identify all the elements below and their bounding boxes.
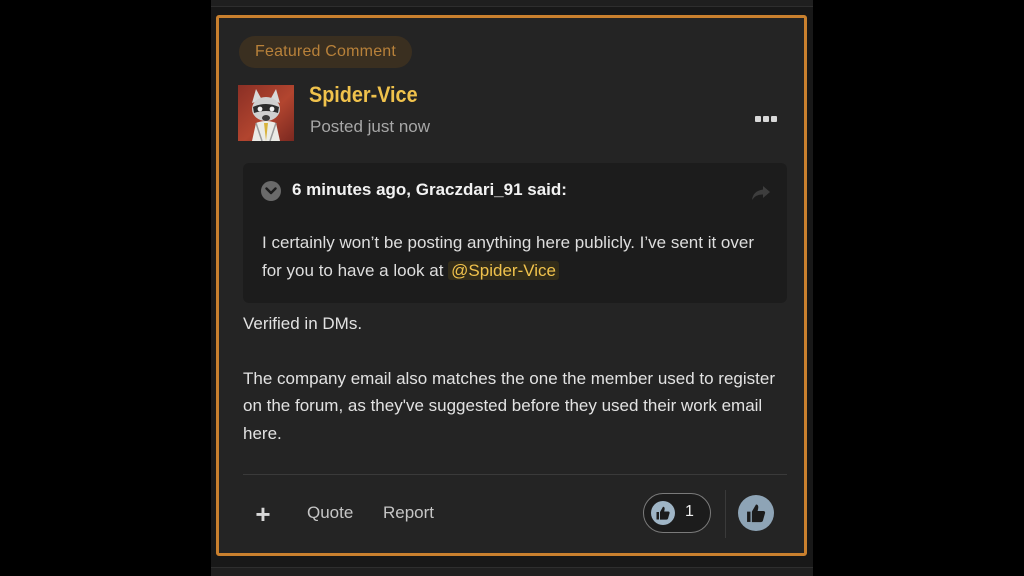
footer-divider <box>243 474 787 475</box>
report-button[interactable]: Report <box>383 503 434 523</box>
thumbs-up-icon <box>651 501 675 525</box>
post-paragraph: The company email also matches the one t… <box>243 368 775 443</box>
post-body: Verified in DMs. The company email also … <box>243 310 783 447</box>
author-name-link[interactable]: Spider-Vice <box>309 82 418 108</box>
reaction-summary[interactable]: 1 <box>643 493 711 533</box>
quote-button[interactable]: Quote <box>307 503 353 523</box>
thumbs-up-icon <box>747 504 766 523</box>
more-options-icon[interactable] <box>755 110 777 128</box>
multiquote-plus-button[interactable]: + <box>251 500 275 528</box>
quote-attribution: 6 minutes ago, Graczdari_91 said: <box>292 180 567 199</box>
quote-text: I certainly won’t be posting anything he… <box>262 229 772 285</box>
share-icon[interactable] <box>751 185 771 201</box>
previous-post-edge <box>211 0 813 7</box>
reaction-separator <box>725 490 726 538</box>
user-mention-link[interactable]: @Spider-Vice <box>448 261 559 280</box>
chevron-down-icon[interactable] <box>261 181 281 201</box>
quoted-post: 6 minutes ago, Graczdari_91 said: I cert… <box>243 163 787 303</box>
post-timestamp: Posted just now <box>310 117 431 136</box>
featured-comment-card: Featured Comment Spider-Vice Posted just… <box>216 15 807 556</box>
post-paragraph: Verified in DMs. <box>243 314 363 333</box>
featured-comment-badge: Featured Comment <box>239 36 413 68</box>
forum-column: Featured Comment Spider-Vice Posted just… <box>211 0 813 576</box>
next-post-edge <box>211 567 813 576</box>
raccoon-avatar-image <box>252 89 280 141</box>
author-avatar[interactable] <box>238 85 294 141</box>
like-count: 1 <box>685 503 694 520</box>
like-button[interactable] <box>738 495 774 531</box>
